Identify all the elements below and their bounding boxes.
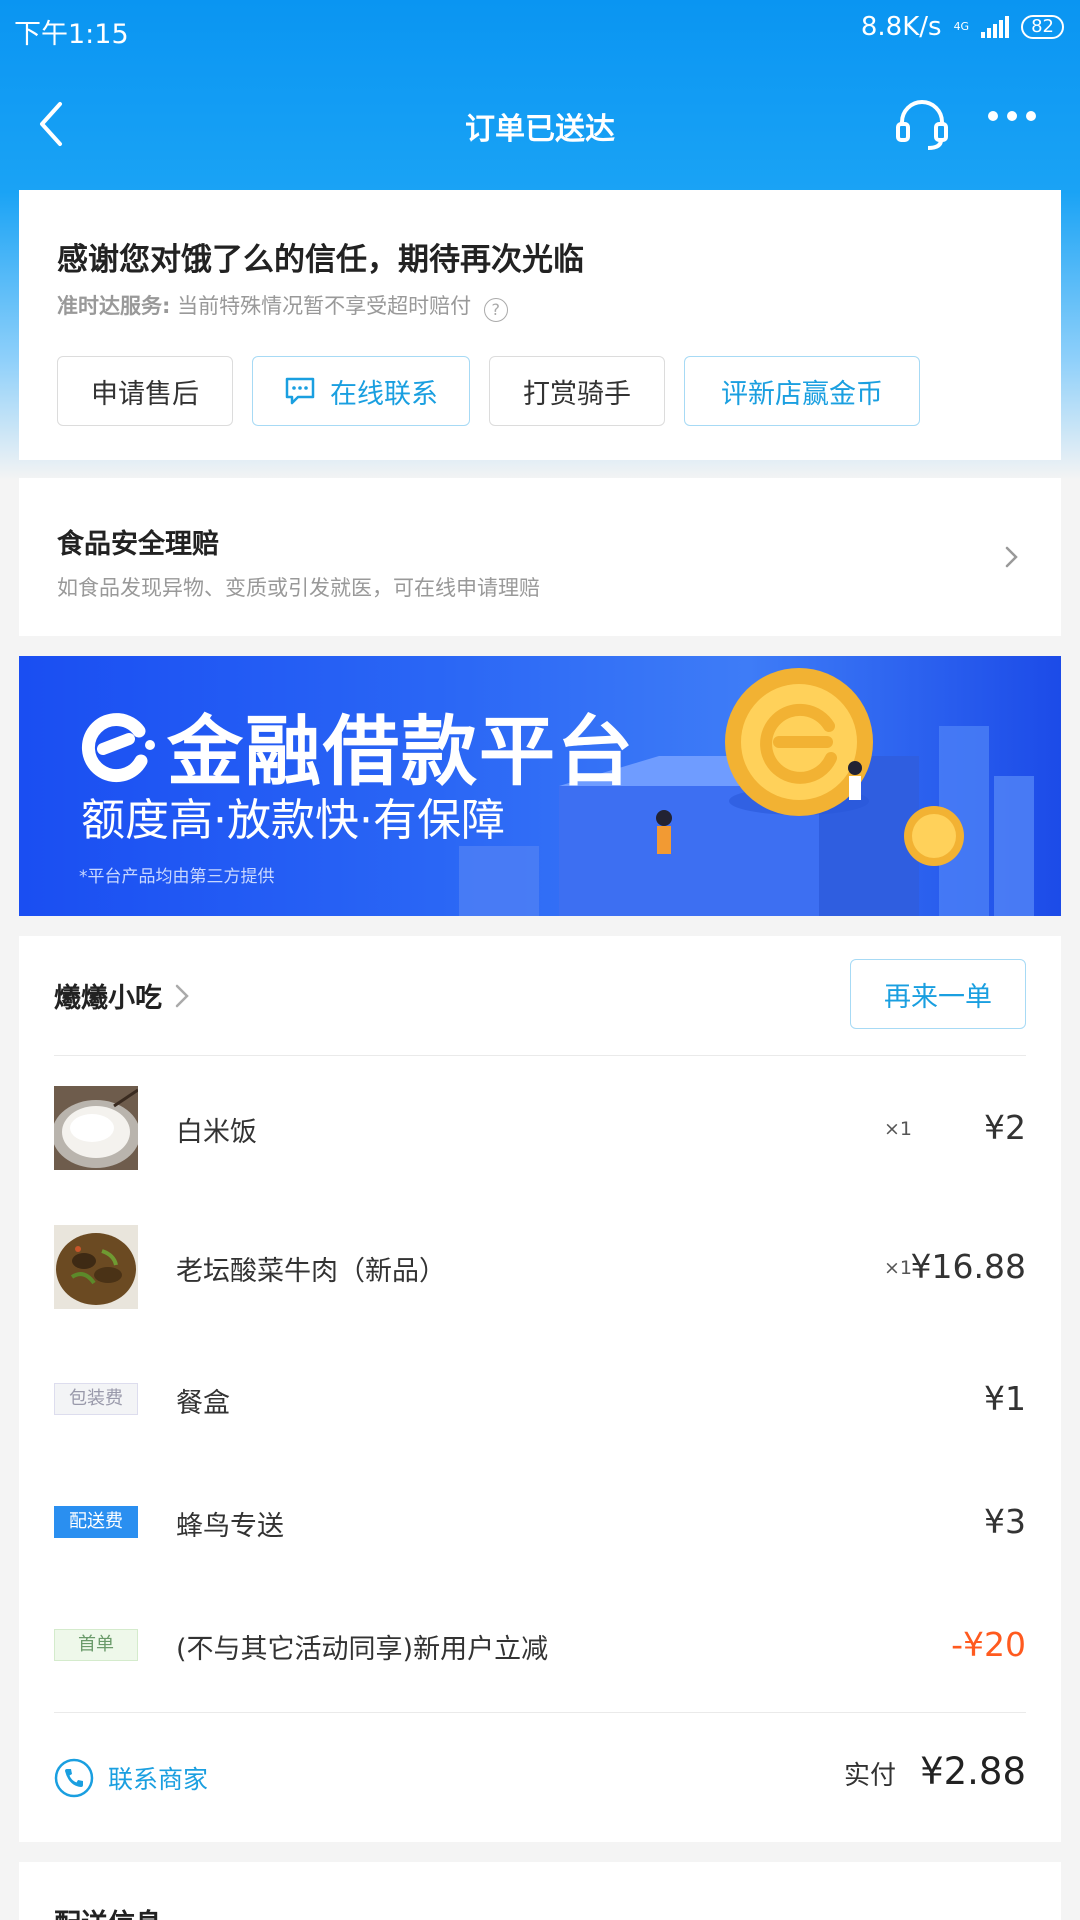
item-qty: ×1 [884, 1118, 913, 1140]
fee-price: ¥3 [984, 1502, 1026, 1541]
divider [54, 1712, 1026, 1713]
paid-amount: ¥2.88 [920, 1750, 1026, 1793]
status-title: 感谢您对饿了么的信任，期待再次光临 [57, 242, 584, 278]
delivery-fee-tag: 配送费 [54, 1506, 138, 1538]
item-name: 白米饭 [176, 1117, 257, 1148]
status-bar: 下午1:15 8.8K/s 4G 82 [0, 0, 1080, 58]
packaging-fee-tag: 包装费 [54, 1383, 138, 1415]
discount-name: (不与其它活动同享)新用户立减 [176, 1634, 549, 1665]
item-qty: ×1 [884, 1257, 913, 1279]
item-price: ¥2 [984, 1108, 1026, 1147]
order-item: 白米饭 ×1 ¥2 [54, 1086, 1026, 1170]
reorder-button[interactable]: 再来一单 [850, 959, 1026, 1029]
item-name: 老坛酸菜牛肉（新品） [176, 1256, 446, 1287]
nav-bar: 订单已送达 [0, 70, 1080, 180]
order-item: 老坛酸菜牛肉（新品） ×1 ¥16.88 [54, 1225, 1026, 1309]
delivery-info-title: 配送信息 [54, 1902, 162, 1920]
chevron-right-icon [1005, 546, 1018, 568]
customer-service-icon[interactable] [894, 96, 950, 152]
shop-name-link[interactable]: 爔爔小吃 [54, 976, 190, 1015]
discount-price: -¥20 [951, 1625, 1026, 1664]
paid-label: 实付 [844, 1761, 897, 1791]
fee-name: 餐盒 [176, 1388, 230, 1419]
delivery-info-card: 配送信息 [19, 1862, 1061, 1920]
battery-icon: 82 [1021, 15, 1064, 39]
order-detail-card: 爔爔小吃 再来一单 白米饭 ×1 ¥2 老坛酸菜牛肉（新品） ×1 ¥16.88… [19, 936, 1061, 1842]
fee-row-packaging: 包装费 餐盒 ¥1 [54, 1357, 1026, 1441]
after-sales-button[interactable]: 申请售后 [57, 356, 233, 426]
paid-total: 实付 ¥2.88 [844, 1750, 1026, 1793]
online-contact-button[interactable]: 在线联系 [252, 356, 470, 426]
food-safety-claim-card[interactable]: 食品安全理赔 如食品发现异物、变质或引发就医，可在线申请理赔 [19, 478, 1061, 636]
food-safety-desc: 如食品发现异物、变质或引发就医，可在线申请理赔 [57, 576, 540, 600]
order-status-card: 感谢您对饿了么的信任，期待再次光临 准时达服务: 当前特殊情况暂不享受超时赔付 … [19, 190, 1061, 460]
ontime-service-info: 准时达服务: 当前特殊情况暂不享受超时赔付 ? [57, 290, 508, 322]
network-speed: 8.8K/s [860, 12, 942, 42]
divider [54, 1055, 1026, 1056]
review-new-shop-button[interactable]: 评新店赢金币 [684, 356, 920, 426]
beef-thumbnail [54, 1225, 138, 1309]
item-price: ¥16.88 [910, 1247, 1026, 1286]
discount-row: 首单 (不与其它活动同享)新用户立减 -¥20 [54, 1603, 1026, 1687]
finance-banner[interactable]: 金融借款平台 额度高·放款快·有保障 *平台产品均由第三方提供 [19, 656, 1061, 916]
network-type: 4G [953, 20, 970, 33]
food-safety-title: 食品安全理赔 [57, 529, 219, 560]
help-icon[interactable]: ? [483, 298, 508, 322]
first-order-tag: 首单 [54, 1629, 138, 1661]
fee-row-delivery: 配送费 蜂鸟专送 ¥3 [54, 1480, 1026, 1564]
contact-merchant-button[interactable]: 联系商家 [54, 1758, 208, 1798]
fee-name: 蜂鸟专送 [176, 1511, 284, 1542]
eleme-logo [81, 713, 155, 783]
ontime-service-text: 当前特殊情况暂不享受超时赔付 [177, 294, 472, 318]
signal-icon [981, 16, 1010, 38]
phone-icon [54, 1758, 94, 1798]
rice-thumbnail [54, 1086, 138, 1170]
chevron-right-icon [175, 984, 189, 1007]
ontime-service-label: 准时达服务: [57, 294, 171, 318]
status-time: 下午1:15 [14, 19, 129, 50]
fee-price: ¥1 [984, 1379, 1026, 1418]
more-icon[interactable] [988, 106, 1040, 126]
chat-icon [285, 377, 315, 405]
banner-subtitle: 额度高·放款快·有保障 [81, 795, 505, 846]
banner-note: *平台产品均由第三方提供 [79, 867, 275, 887]
tip-rider-button[interactable]: 打赏骑手 [489, 356, 665, 426]
